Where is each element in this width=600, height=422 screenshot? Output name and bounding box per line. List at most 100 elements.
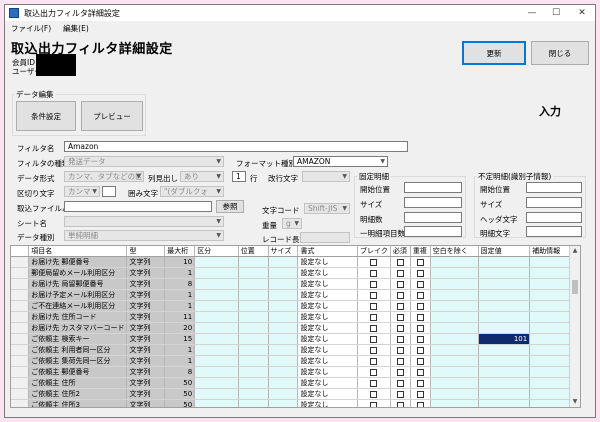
size-cell[interactable]: [268, 366, 299, 378]
table-row[interactable]: ご依頼主 検索キー 文字列 15 設定なし 101: [11, 333, 580, 345]
size-cell[interactable]: [268, 355, 299, 367]
row-header[interactable]: [11, 355, 30, 367]
menu-edit[interactable]: 編集(E): [57, 23, 95, 34]
trim-blank-cell[interactable]: [430, 333, 479, 345]
fixed-value-cell[interactable]: [478, 256, 531, 268]
row-header[interactable]: [11, 267, 30, 279]
format-cell[interactable]: 設定なし: [297, 278, 358, 290]
table-row[interactable]: ご依頼主 住所 文字列 50 設定なし: [11, 377, 580, 389]
size-cell[interactable]: [268, 300, 299, 312]
trim-blank-cell[interactable]: [430, 267, 479, 279]
break-checkbox[interactable]: [370, 291, 378, 299]
trim-blank-cell[interactable]: [430, 355, 479, 367]
table-row[interactable]: ご不在連絡メール利用区分 文字列 1 設定なし: [11, 300, 580, 312]
duplicate-checkbox[interactable]: [416, 280, 424, 288]
position-cell[interactable]: [238, 322, 269, 334]
grid-column-header[interactable]: 項目名: [28, 246, 128, 257]
category-cell[interactable]: [194, 289, 239, 301]
category-cell[interactable]: [194, 300, 239, 312]
category-cell[interactable]: [194, 333, 239, 345]
row-header[interactable]: [11, 278, 30, 290]
duplicate-checkbox[interactable]: [416, 390, 424, 398]
position-cell[interactable]: [238, 289, 269, 301]
field-grid[interactable]: 項目名型最大桁 区分 位置 サイズ 書式 ブレイク 必須 重複 空白を除く 固定値 補助情報 お届け…: [10, 245, 581, 408]
scroll-up-icon[interactable]: ▲: [570, 246, 580, 256]
break-checkbox[interactable]: [370, 302, 378, 310]
minimize-button[interactable]: —: [521, 5, 543, 21]
size-cell[interactable]: [268, 278, 299, 290]
category-cell[interactable]: [194, 267, 239, 279]
position-cell[interactable]: [238, 278, 269, 290]
category-cell[interactable]: [194, 256, 239, 268]
required-checkbox[interactable]: [396, 291, 404, 299]
grid-column-header[interactable]: ブレイク: [357, 246, 391, 257]
table-row[interactable]: お届け先 局留郵便番号 文字列 8 設定なし: [11, 278, 580, 290]
var-start-input[interactable]: [526, 182, 582, 193]
table-row[interactable]: ご依頼主 住所2 文字列 50 設定なし: [11, 388, 580, 400]
table-row[interactable]: お届け先 カスタマバーコード 文字列 20 設定なし: [11, 322, 580, 334]
fixed-value-cell[interactable]: [478, 322, 531, 334]
fixed-start-input[interactable]: [404, 182, 462, 193]
category-cell[interactable]: [194, 355, 239, 367]
fixed-value-cell[interactable]: [478, 311, 531, 323]
fixed-value-cell[interactable]: [478, 300, 531, 312]
table-row[interactable]: お届け先 住所コード 文字列 11 設定なし: [11, 311, 580, 323]
grid-column-header[interactable]: 型: [126, 246, 166, 257]
duplicate-checkbox[interactable]: [416, 313, 424, 321]
size-cell[interactable]: [268, 256, 299, 268]
row-header[interactable]: [11, 344, 30, 356]
break-checkbox[interactable]: [370, 346, 378, 354]
format-cell[interactable]: 設定なし: [297, 388, 358, 400]
grid-column-header[interactable]: 最大桁: [164, 246, 196, 257]
duplicate-checkbox[interactable]: [416, 269, 424, 277]
grid-column-header[interactable]: サイズ: [268, 246, 299, 257]
format-cell[interactable]: 設定なし: [297, 256, 358, 268]
duplicate-checkbox[interactable]: [416, 401, 424, 407]
position-cell[interactable]: [238, 333, 269, 345]
category-cell[interactable]: [194, 278, 239, 290]
grid-column-header[interactable]: 空白を除く: [430, 246, 479, 257]
size-cell[interactable]: [268, 333, 299, 345]
size-cell[interactable]: [268, 289, 299, 301]
break-checkbox[interactable]: [370, 313, 378, 321]
trim-blank-cell[interactable]: [430, 388, 479, 400]
trim-blank-cell[interactable]: [430, 399, 479, 407]
filter-name-input[interactable]: Amazon: [64, 141, 408, 152]
table-row[interactable]: ご依頼主 集荷先同一区分 文字列 1 設定なし: [11, 355, 580, 367]
trim-blank-cell[interactable]: [430, 278, 479, 290]
position-cell[interactable]: [238, 377, 269, 389]
format-cell[interactable]: 設定なし: [297, 289, 358, 301]
format-cell[interactable]: 設定なし: [297, 366, 358, 378]
break-checkbox[interactable]: [370, 368, 378, 376]
break-checkbox[interactable]: [370, 280, 378, 288]
required-checkbox[interactable]: [396, 269, 404, 277]
position-cell[interactable]: [238, 311, 269, 323]
format-cell[interactable]: 設定なし: [297, 344, 358, 356]
data-kind-select[interactable]: 単純明細 ▼: [64, 230, 224, 241]
size-cell[interactable]: [268, 311, 299, 323]
maximize-button[interactable]: ☐: [545, 5, 567, 21]
break-checkbox[interactable]: [370, 258, 378, 266]
data-format-select[interactable]: カンマ、タブなどの区切 ▼: [64, 171, 144, 182]
duplicate-checkbox[interactable]: [416, 368, 424, 376]
duplicate-checkbox[interactable]: [416, 379, 424, 387]
size-cell[interactable]: [268, 344, 299, 356]
size-cell[interactable]: [268, 267, 299, 279]
required-checkbox[interactable]: [396, 313, 404, 321]
category-cell[interactable]: [194, 311, 239, 323]
filter-type-select[interactable]: 発送データ ▼: [64, 156, 224, 167]
duplicate-checkbox[interactable]: [416, 302, 424, 310]
format-cell[interactable]: 設定なし: [297, 355, 358, 367]
heading-select[interactable]: あり ▼: [180, 171, 224, 182]
break-checkbox[interactable]: [370, 357, 378, 365]
break-checkbox[interactable]: [370, 390, 378, 398]
grid-column-header[interactable]: 位置: [238, 246, 269, 257]
row-header[interactable]: [11, 256, 30, 268]
category-cell[interactable]: [194, 388, 239, 400]
duplicate-checkbox[interactable]: [416, 346, 424, 354]
row-header[interactable]: [11, 289, 30, 301]
sheet-select[interactable]: ▼: [64, 216, 224, 227]
required-checkbox[interactable]: [396, 357, 404, 365]
weight-select[interactable]: g ▼: [282, 218, 302, 229]
row-header[interactable]: [11, 311, 30, 323]
